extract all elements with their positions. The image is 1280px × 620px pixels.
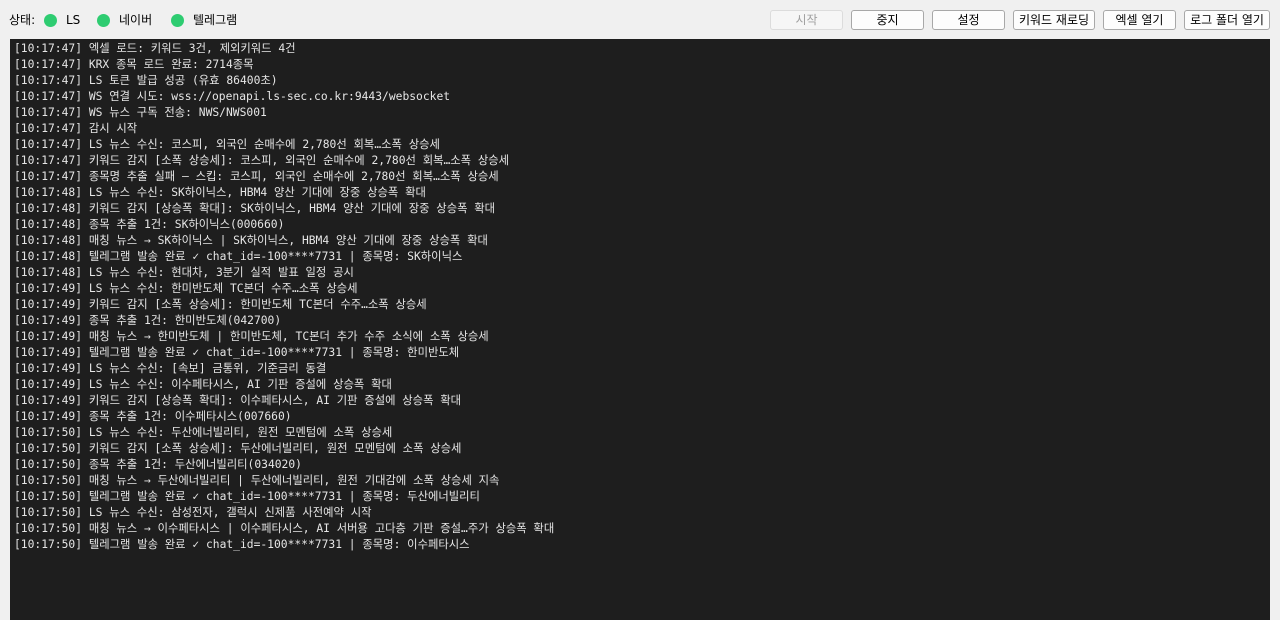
- log-output[interactable]: [10:17:47] 엑셀 로드: 키워드 3건, 제외키워드 4건 [10:17…: [10, 39, 1270, 620]
- ls-status-dot-icon: [44, 13, 57, 27]
- telegram-status-label: 텔레그램: [193, 13, 238, 27]
- log-line: [10:17:49] LS 뉴스 수신: 이수페타시스, AI 기판 증설에 상…: [14, 378, 392, 391]
- stop-button[interactable]: 중지: [851, 10, 924, 30]
- open-excel-button[interactable]: 엑셀 열기: [1103, 10, 1176, 30]
- log-line: [10:17:49] 키워드 감지 [소폭 상승세]: 한미반도체 TC본더 수…: [14, 298, 427, 311]
- log-line: [10:17:48] 매칭 뉴스 → SK하이닉스 | SK하이닉스, HBM4…: [14, 234, 488, 247]
- log-line: [10:17:50] 텔레그램 발송 완료 ✓ chat_id=-100****…: [14, 538, 470, 551]
- log-line: [10:17:49] 종목 추출 1건: 이수페타시스(007660): [14, 410, 292, 423]
- log-line: [10:17:49] LS 뉴스 수신: 한미반도체 TC본더 수주…소폭 상승…: [14, 282, 358, 295]
- log-line: [10:17:49] 매칭 뉴스 → 한미반도체 | 한미반도체, TC본더 추…: [14, 330, 489, 343]
- toolbar: 상태: LS 네이버 텔레그램 시작 중지 설정 키워드 재로딩 엑셀 열기 로…: [0, 0, 1280, 39]
- log-line: [10:17:47] 종목명 추출 실패 — 스킵: 코스피, 외국인 순매수에…: [14, 170, 499, 183]
- ls-status-label: LS: [66, 13, 81, 27]
- open-log-folder-button[interactable]: 로그 폴더 열기: [1184, 10, 1270, 30]
- status-indicator-ls: LS: [44, 12, 80, 28]
- log-line: [10:17:47] LS 토큰 발급 성공 (유효 86400초): [14, 74, 278, 87]
- log-line: [10:17:48] 종목 추출 1건: SK하이닉스(000660): [14, 218, 285, 231]
- log-line: [10:17:48] LS 뉴스 수신: SK하이닉스, HBM4 양산 기대에…: [14, 186, 426, 199]
- log-line: [10:17:48] 키워드 감지 [상승폭 확대]: SK하이닉스, HBM4…: [14, 202, 496, 215]
- naver-status-dot-icon: [97, 13, 110, 27]
- log-line: [10:17:49] LS 뉴스 수신: [속보] 금통위, 기준금리 동결: [14, 362, 327, 375]
- log-line: [10:17:50] LS 뉴스 수신: 삼성전자, 갤럭시 신제품 사전예약 …: [14, 506, 372, 519]
- log-line: [10:17:50] 종목 추출 1건: 두산에너빌리티(034020): [14, 458, 302, 471]
- log-line: [10:17:49] 키워드 감지 [상승폭 확대]: 이수페타시스, AI 기…: [14, 394, 462, 407]
- status-indicator-telegram: 텔레그램: [171, 12, 237, 28]
- log-line: [10:17:49] 텔레그램 발송 완료 ✓ chat_id=-100****…: [14, 346, 460, 359]
- settings-button[interactable]: 설정: [932, 10, 1005, 30]
- log-line: [10:17:47] LS 뉴스 수신: 코스피, 외국인 순매수에 2,780…: [14, 138, 440, 151]
- log-line: [10:17:47] 키워드 감지 [소폭 상승세]: 코스피, 외국인 순매수…: [14, 154, 510, 167]
- log-line: [10:17:50] 매칭 뉴스 → 이수페타시스 | 이수페타시스, AI 서…: [14, 522, 555, 535]
- naver-status-label: 네이버: [119, 13, 153, 27]
- log-line: [10:17:50] LS 뉴스 수신: 두산에너빌리티, 원전 모멘텀에 소폭…: [14, 426, 393, 439]
- status-indicator-naver: 네이버: [97, 12, 152, 28]
- log-line: [10:17:50] 텔레그램 발송 완료 ✓ chat_id=-100****…: [14, 490, 480, 503]
- log-line: [10:17:47] 엑셀 로드: 키워드 3건, 제외키워드 4건: [14, 42, 296, 55]
- telegram-status-dot-icon: [171, 13, 184, 27]
- log-line: [10:17:50] 매칭 뉴스 → 두산에너빌리티 | 두산에너빌리티, 원전…: [14, 474, 500, 487]
- log-line: [10:17:49] 종목 추출 1건: 한미반도체(042700): [14, 314, 282, 327]
- log-line: [10:17:47] 감시 시작: [14, 122, 138, 135]
- log-line: [10:17:47] WS 연결 시도: wss://openapi.ls-se…: [14, 90, 451, 103]
- log-line: [10:17:50] 키워드 감지 [소폭 상승세]: 두산에너빌리티, 원전 …: [14, 442, 462, 455]
- log-line: [10:17:48] LS 뉴스 수신: 현대차, 3분기 실적 발표 일정 공…: [14, 266, 354, 279]
- reload-keywords-button[interactable]: 키워드 재로딩: [1013, 10, 1095, 30]
- log-line: [10:17:47] WS 뉴스 구독 전송: NWS/NWS001: [14, 106, 267, 119]
- start-button[interactable]: 시작: [770, 10, 843, 30]
- status-label: 상태:: [9, 13, 36, 27]
- log-line: [10:17:48] 텔레그램 발송 완료 ✓ chat_id=-100****…: [14, 250, 463, 263]
- log-line: [10:17:47] KRX 종목 로드 완료: 2714종목: [14, 58, 254, 71]
